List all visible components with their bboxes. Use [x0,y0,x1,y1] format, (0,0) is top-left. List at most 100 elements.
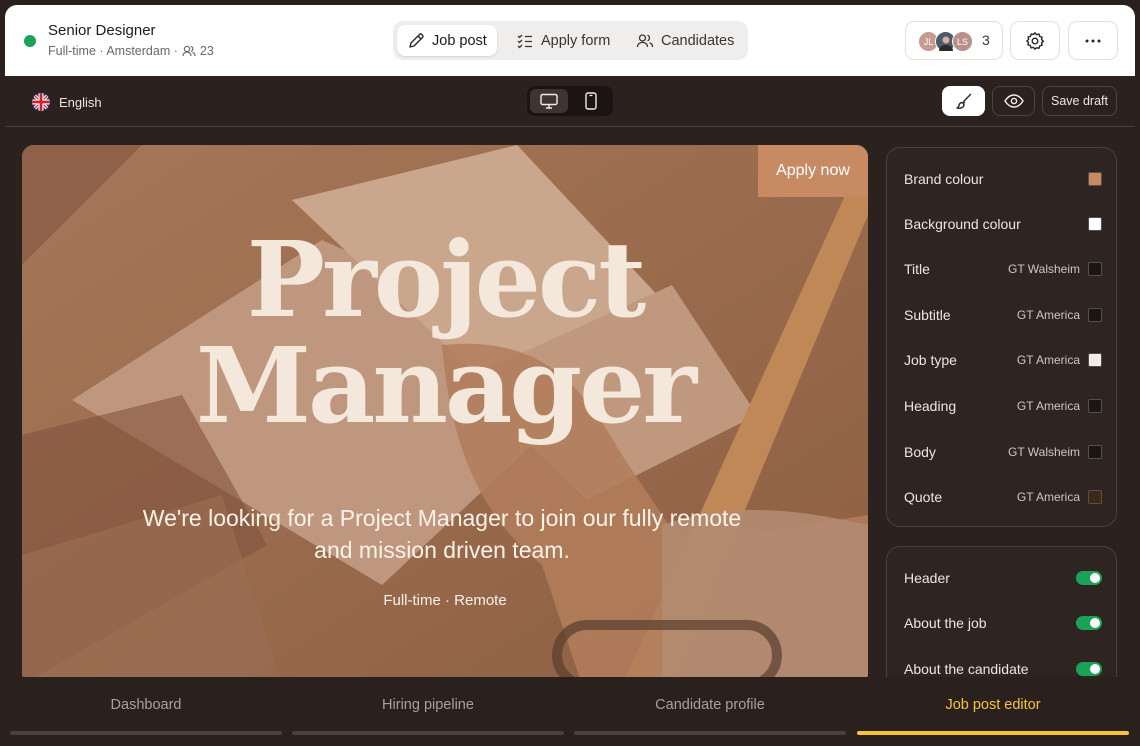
setting-label: Body [904,444,936,460]
setting-job-type-font: Job type GT America [904,350,1102,370]
mobile-icon [585,92,597,110]
section-about-the-job: About the job [904,613,1102,633]
more-dots-icon [1085,39,1101,42]
language-label: English [59,94,102,110]
sections-panel: Header About the job About the candidate [886,546,1117,677]
setting-quote-font: Quote GT America [904,487,1102,507]
heading-colour-swatch[interactable] [1088,399,1102,413]
nav-indicator [292,731,564,735]
setting-heading-font: Heading GT America [904,396,1102,416]
editor-window: Senior Designer Full-time · Amsterdam · … [5,5,1135,677]
quote-colour-swatch[interactable] [1088,490,1102,504]
setting-body-font: Body GT Walsheim [904,442,1102,462]
font-name[interactable]: GT Walsheim [1008,445,1080,459]
setting-label: Background colour [904,216,1021,232]
section-label: Header [904,570,950,586]
gear-icon [1026,31,1045,50]
job-meta: Full-time · Amsterdam · 23 [48,44,214,58]
tab-candidates[interactable]: Candidates [626,25,744,56]
setting-label: Heading [904,398,957,414]
section-about-the-candidate: About the candidate [904,659,1102,677]
collaborators-button[interactable]: JL LS 3 [905,21,1003,60]
brush-icon [955,93,971,109]
more-options-button[interactable] [1068,21,1118,60]
device-toggle [527,86,613,116]
subtitle-colour-swatch[interactable] [1088,308,1102,322]
avatar: LS [952,31,973,52]
status-dot [24,35,36,47]
nav-candidate-profile[interactable]: Candidate profile [574,677,846,746]
nav-indicator [857,731,1129,735]
design-brush-button[interactable] [942,86,985,116]
setting-label: Quote [904,489,943,505]
nav-job-post-editor[interactable]: Job post editor [857,677,1129,746]
tab-label: Job post [432,32,487,49]
font-name[interactable]: GT America [1017,399,1080,413]
nav-label: Hiring pipeline [382,697,474,713]
save-draft-button[interactable]: Save draft [1042,86,1117,116]
setting-label: Title [904,261,930,277]
nav-hiring-pipeline[interactable]: Hiring pipeline [292,677,564,746]
job-type-colour-swatch[interactable] [1088,353,1102,367]
font-name[interactable]: GT Walsheim [1008,262,1080,276]
section-label: About the candidate [904,661,1029,677]
users-icon [636,33,654,47]
font-name[interactable]: GT America [1017,308,1080,322]
hero-title-line: Project [246,218,647,341]
job-post-preview: Apply now Project Manager We're looking … [22,145,868,677]
font-name[interactable]: GT America [1017,490,1080,504]
section-toggle[interactable] [1076,571,1102,585]
hero-title-line: Manager [195,324,697,447]
setting-label: Brand colour [904,171,984,187]
nav-label: Candidate profile [655,697,765,713]
users-icon [182,45,196,57]
preview-button[interactable] [992,86,1035,116]
font-name[interactable]: GT America [1017,353,1080,367]
app-root: Senior Designer Full-time · Amsterdam · … [0,0,1140,746]
editor-toolbar: English Save draft [5,76,1135,127]
section-toggle[interactable] [1076,616,1102,630]
settings-button[interactable] [1010,21,1060,60]
nav-dashboard[interactable]: Dashboard [10,677,282,746]
uk-flag-icon [32,93,50,111]
nav-indicator [10,731,282,735]
background-colour-swatch[interactable] [1088,217,1102,231]
brand-colour-swatch[interactable] [1088,172,1102,186]
setting-brand-colour: Brand colour [904,169,1102,189]
collaborator-count: 3 [982,32,990,48]
top-bar: Senior Designer Full-time · Amsterdam · … [5,5,1135,76]
tab-label: Apply form [541,32,611,49]
setting-title-font: Title GT Walsheim [904,259,1102,279]
body-colour-swatch[interactable] [1088,445,1102,459]
setting-label: Subtitle [904,307,951,323]
nav-label: Job post editor [945,697,1041,713]
hero-subtitle: We're looking for a Project Manager to j… [142,505,742,563]
tab-job-post[interactable]: Job post [397,25,497,56]
eye-icon [1003,94,1024,108]
desktop-view-button[interactable] [530,89,568,113]
title-colour-swatch[interactable] [1088,262,1102,276]
tab-label: Candidates [661,32,735,49]
hero-job-type: Full-time · Remote [383,592,507,609]
pencil-icon [409,32,424,48]
apply-now-button[interactable]: Apply now [758,145,868,197]
checklist-icon [517,34,532,48]
setting-label: Job type [904,352,957,368]
mobile-view-button[interactable] [572,89,610,113]
section-toggle[interactable] [1076,662,1102,676]
applicant-count: 23 [199,44,214,58]
setting-background-colour: Background colour [904,214,1102,234]
nav-label: Dashboard [110,697,182,713]
style-settings-panel: Brand colour Background colour Title GT … [886,147,1117,527]
view-tabs: Job post Apply form Candidates [393,21,748,60]
bottom-navigation: Dashboard Hiring pipeline Candidate prof… [0,677,1140,746]
nav-indicator [574,731,846,735]
section-label: About the job [904,615,987,631]
job-title: Senior Designer [48,22,156,39]
section-header: Header [904,568,1102,588]
job-meta-text: Full-time · Amsterdam · [48,44,178,58]
language-selector[interactable]: English [32,93,102,111]
desktop-icon [540,93,558,109]
hero-title: Project Manager [22,227,868,439]
tab-apply-form[interactable]: Apply form [506,25,620,56]
